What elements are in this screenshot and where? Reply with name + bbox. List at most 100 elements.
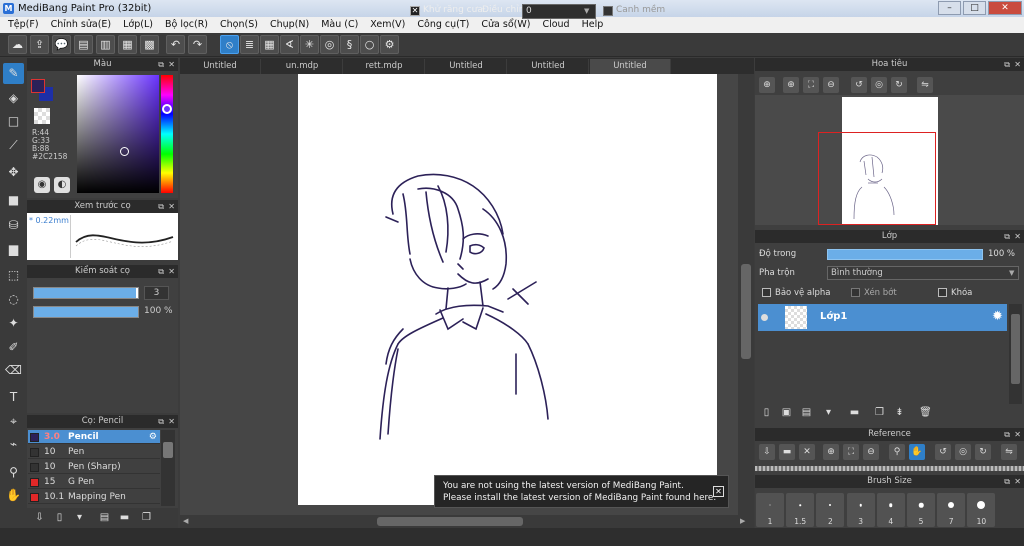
curve-snap-icon[interactable]: §: [340, 35, 359, 54]
cloud-download-icon[interactable]: ⇩: [32, 511, 47, 525]
edge-checkbox[interactable]: [603, 6, 613, 16]
folder-icon[interactable]: ▬: [847, 405, 862, 420]
lock-checkbox[interactable]: [938, 288, 947, 297]
navigator-preview[interactable]: [755, 95, 1024, 225]
cloud-icon[interactable]: ☁: [8, 35, 27, 54]
settings-gear-icon[interactable]: ⚙: [380, 35, 399, 54]
detach-icon[interactable]: ⧉: [158, 58, 164, 71]
zoom-fit-icon[interactable]: ⊕: [759, 77, 775, 93]
brush-size-preset[interactable]: 7: [937, 493, 966, 527]
stroke-tool-icon[interactable]: ⟋: [3, 135, 24, 156]
hue-slider[interactable]: [161, 75, 173, 193]
new-color-layer-icon[interactable]: ▣: [779, 405, 794, 420]
menu-edit[interactable]: Chỉnh sửa(E): [45, 17, 118, 33]
hand-tool-icon[interactable]: ✋: [3, 485, 24, 506]
layer-row[interactable]: Lớp1 ✹: [758, 304, 1007, 331]
snap-off-icon[interactable]: ⦸: [220, 35, 239, 54]
maximize-button[interactable]: □: [963, 1, 986, 15]
circle-snap-icon[interactable]: ○: [360, 35, 379, 54]
menu-window[interactable]: Cửa sổ(W): [475, 17, 536, 33]
brush-size-preset[interactable]: 3: [846, 493, 875, 527]
detach-icon[interactable]: ⧉: [158, 200, 164, 213]
menu-color[interactable]: Màu (C): [315, 17, 364, 33]
select-pen-tool-icon[interactable]: ✐: [3, 337, 24, 358]
vanishing-point-icon[interactable]: ∢: [280, 35, 299, 54]
brush-list-item[interactable]: 10 Pen (Sharp): [28, 460, 160, 474]
reference-image-strip[interactable]: [755, 466, 1024, 471]
layer-scrollbar[interactable]: [1009, 304, 1022, 404]
folder-icon[interactable]: ▬: [117, 511, 132, 525]
merge-layer-icon[interactable]: ⇟: [892, 405, 907, 420]
lasso-tool-icon[interactable]: ◌: [3, 289, 24, 310]
cloud-download-icon[interactable]: ⇩: [759, 444, 775, 460]
scrollbar-thumb[interactable]: [1011, 314, 1020, 384]
brush-size-preset[interactable]: 1.5: [786, 493, 815, 527]
menu-tools[interactable]: Công cụ(T): [411, 17, 475, 33]
move-tool-icon[interactable]: ✥: [3, 162, 24, 183]
select-rect-tool-icon[interactable]: ⬚: [3, 265, 24, 286]
hand-icon[interactable]: ✋: [909, 444, 925, 460]
brush-tool-icon[interactable]: ✎: [3, 63, 24, 84]
new-brush-icon[interactable]: ▯: [52, 511, 67, 525]
horizontal-scrollbar[interactable]: ◀ ▶: [180, 515, 754, 528]
close-icon[interactable]: ✕: [1014, 475, 1021, 488]
detach-icon[interactable]: ⧉: [1004, 230, 1010, 243]
eyedropper-tool-icon[interactable]: ⚲: [3, 462, 24, 483]
radial-snap-icon[interactable]: ✳: [300, 35, 319, 54]
concentric-snap-icon[interactable]: ◎: [320, 35, 339, 54]
close-icon[interactable]: ✕: [1014, 428, 1021, 441]
brush-size-preset[interactable]: 1: [756, 493, 784, 527]
brush-size-preset[interactable]: 10: [967, 493, 996, 527]
brush-size-preset[interactable]: 2: [816, 493, 845, 527]
document-tab[interactable]: Untitled: [590, 59, 671, 74]
menu-layer[interactable]: Lớp(L): [117, 17, 159, 33]
canvas-area[interactable]: [180, 74, 738, 515]
close-icon[interactable]: ✕: [168, 200, 175, 213]
rotate-right-icon[interactable]: ↻: [891, 77, 907, 93]
scroll-right-icon[interactable]: ▶: [740, 517, 745, 525]
vertical-scrollbar[interactable]: [738, 74, 754, 515]
comment-icon[interactable]: ▤: [74, 35, 93, 54]
parallel-snap-icon[interactable]: ≣: [240, 35, 259, 54]
zoom-in-icon[interactable]: ⊕: [783, 77, 799, 93]
scrollbar-thumb[interactable]: [163, 442, 173, 458]
new-halftone-layer-icon[interactable]: ▤: [799, 405, 814, 420]
document-tab[interactable]: rett.mdp: [344, 59, 425, 74]
drawing-canvas[interactable]: [298, 74, 717, 505]
flip-icon[interactable]: ⇋: [1001, 444, 1017, 460]
flip-icon[interactable]: ⇋: [917, 77, 933, 93]
brush-settings-icon[interactable]: ▤: [97, 511, 112, 525]
antialias-checkbox[interactable]: ✕: [410, 6, 420, 16]
menu-view[interactable]: Xem(V): [364, 17, 411, 33]
detach-icon[interactable]: ⧉: [158, 415, 164, 428]
menu-cloud[interactable]: Cloud: [536, 17, 575, 33]
menu-select[interactable]: Chọn(S): [214, 17, 264, 33]
foreground-color-swatch[interactable]: [31, 79, 45, 93]
undo-icon[interactable]: ↶: [166, 35, 185, 54]
minimize-button[interactable]: –: [938, 1, 961, 15]
rotate-right-icon[interactable]: ↻: [975, 444, 991, 460]
rectangle-tool-icon[interactable]: □: [3, 111, 24, 132]
delete-layer-icon[interactable]: 🗑: [918, 405, 933, 420]
saturation-value-picker[interactable]: [77, 75, 159, 193]
reset-view-icon[interactable]: ◎: [955, 444, 971, 460]
brush-size-input[interactable]: 3: [144, 286, 169, 300]
layer-settings-gear-icon[interactable]: ✹: [992, 309, 1003, 324]
rotate-left-icon[interactable]: ↺: [851, 77, 867, 93]
rotate-left-icon[interactable]: ↺: [935, 444, 951, 460]
grid-icon[interactable]: ▩: [140, 35, 159, 54]
text-tool-icon[interactable]: T: [3, 387, 24, 408]
close-icon[interactable]: ✕: [168, 58, 175, 71]
bucket-tool-icon[interactable]: ⛁: [3, 215, 24, 236]
cross-snap-icon[interactable]: ▦: [260, 35, 279, 54]
duplicate-icon[interactable]: ❐: [139, 511, 154, 525]
fill-rect-tool-icon[interactable]: ■: [3, 190, 24, 211]
layer-opacity-slider[interactable]: [827, 249, 983, 260]
protect-alpha-checkbox[interactable]: [762, 288, 771, 297]
detach-icon[interactable]: ⧉: [1004, 475, 1010, 488]
brush-opacity-slider[interactable]: [33, 306, 139, 318]
fit-screen-icon[interactable]: ⛶: [803, 77, 819, 93]
close-icon[interactable]: ✕: [1014, 230, 1021, 243]
add-layer-menu-icon[interactable]: ▾: [821, 405, 836, 420]
close-icon[interactable]: ✕: [1014, 58, 1021, 71]
